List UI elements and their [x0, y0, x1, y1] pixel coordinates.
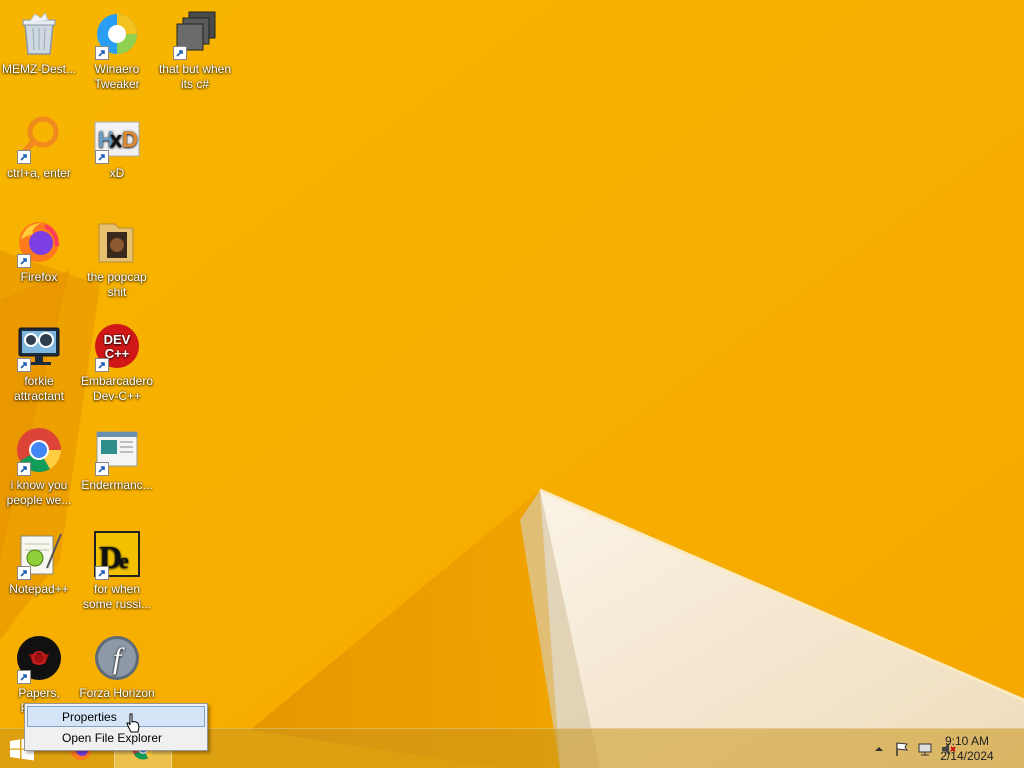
desktop[interactable]: MEMZ-Dest... ctrl+a, enter Firefox forki… [0, 0, 1024, 768]
shortcut-arrow-icon [17, 670, 31, 684]
shortcut-arrow-icon [17, 462, 31, 476]
show-hidden-icons-chevron-icon[interactable] [871, 741, 887, 757]
recycle-bin-icon [22, 12, 56, 55]
svg-text:e: e [119, 548, 129, 573]
desktop-icon-forkie-attractant[interactable]: forkie attractant [0, 322, 78, 404]
menu-item-label: Open File Explorer [62, 731, 163, 745]
desktop-icon-label: xD [109, 166, 125, 180]
desktop-icon-label: Endermanc... [81, 478, 153, 492]
desktop-icon-label: Firefox [20, 270, 58, 284]
shortcut-arrow-icon [17, 150, 31, 164]
desktop-icon-de-app[interactable]: D e for when some russi... [78, 530, 156, 612]
desktop-icon-label: forkie attractant [13, 374, 65, 403]
desktop-icon-label: MEMZ-Dest... [2, 62, 76, 76]
shortcut-arrow-icon [95, 358, 109, 372]
desktop-icon-recycle-bin[interactable]: MEMZ-Dest... [0, 10, 78, 77]
clock-date: 2/14/2024 [940, 749, 994, 763]
desktop-icon-label: for when some russi... [82, 582, 151, 611]
menu-item-label: Properties [62, 710, 117, 724]
shortcut-arrow-icon [95, 566, 109, 580]
desktop-icon-label: Winaero Tweaker [94, 62, 140, 91]
flash-icon: f [95, 636, 139, 680]
folder-icon [98, 223, 134, 263]
taskbar-clock[interactable]: 9:10 AM 2/14/2024 [932, 734, 1002, 764]
desktop-icon-label: Embarcadero Dev-C++ [80, 374, 154, 403]
network-icon[interactable] [917, 741, 933, 757]
action-center-flag-icon[interactable] [894, 741, 910, 757]
desktop-icon-label: Notepad++ [9, 582, 69, 596]
desktop-icon-label: that but when its c# [158, 62, 232, 91]
svg-text:D: D [122, 127, 138, 152]
menu-item-properties[interactable]: Properties [27, 706, 205, 727]
context-menu: Properties Open File Explorer [24, 703, 208, 751]
desktop-icon-dev-cpp[interactable]: DEV C++ Embarcadero Dev-C++ [78, 322, 156, 404]
shortcut-arrow-icon [95, 46, 109, 60]
desktop-icon-that-but-when-its-csharp[interactable]: that but when its c# [156, 10, 234, 92]
desktop-icon-hxd[interactable]: H x D xD [78, 114, 156, 181]
hand-pointer-cursor-icon [126, 713, 140, 733]
desktop-icon-ctrl-a-enter[interactable]: ctrl+a, enter [0, 114, 78, 181]
clock-time: 9:10 AM [944, 734, 990, 748]
desktop-icon-endermanch[interactable]: Endermanc... [78, 426, 156, 493]
desktop-icon-popcap-folder[interactable]: the popcap shit [78, 218, 156, 300]
desktop-icon-label: i know you people we... [6, 478, 72, 507]
shortcut-arrow-icon [17, 566, 31, 580]
desktop-icon-chrome[interactable]: i know you people we... [0, 426, 78, 508]
shortcut-arrow-icon [95, 462, 109, 476]
desktop-icon-label: ctrl+a, enter [7, 166, 71, 180]
menu-item-open-file-explorer[interactable]: Open File Explorer [27, 727, 205, 748]
desktop-icon-label: the popcap shit [87, 270, 147, 299]
desktop-icon-forza-horizon[interactable]: f Forza Horizon [78, 634, 156, 701]
system-tray: 9:10 AM 2/14/2024 [844, 729, 1024, 768]
desktop-icon-winaero-tweaker[interactable]: Winaero Tweaker [78, 10, 156, 92]
shortcut-arrow-icon [17, 358, 31, 372]
shortcut-arrow-icon [17, 254, 31, 268]
desktop-icon-label: Forza Horizon [79, 686, 155, 700]
shortcut-arrow-icon [95, 150, 109, 164]
shortcut-arrow-icon [173, 46, 187, 60]
svg-text:DEV: DEV [104, 332, 131, 347]
desktop-icon-notepad-plus-plus[interactable]: Notepad++ [0, 530, 78, 597]
desktop-icon-firefox[interactable]: Firefox [0, 218, 78, 285]
